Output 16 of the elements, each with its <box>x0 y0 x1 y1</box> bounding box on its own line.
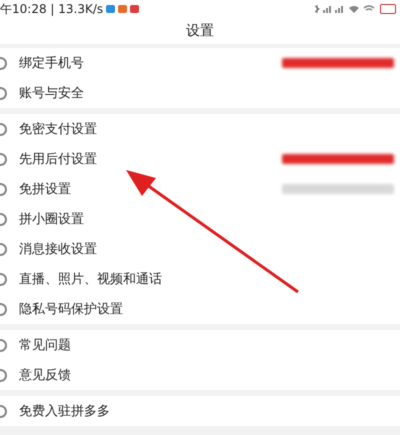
settings-item[interactable]: 账号与安全 <box>0 78 400 108</box>
settings-item[interactable]: 消息接收设置 <box>0 234 400 264</box>
settings-item[interactable]: 常见问题 <box>0 330 400 360</box>
settings-item[interactable]: 免密支付设置 <box>0 114 400 144</box>
settings-item[interactable]: 拼小圈设置 <box>0 204 400 234</box>
status-icons-drawing <box>313 4 377 14</box>
settings-item[interactable]: 意见反馈 <box>0 360 400 390</box>
page-title: 设置 <box>186 22 214 40</box>
status-time: 午10:28 | 13.3K/s <box>0 0 104 18</box>
settings-item[interactable]: 免费入驻拼多多 <box>0 396 400 426</box>
settings-item[interactable]: 绑定手机号 <box>0 48 400 78</box>
settings-item[interactable]: 免拼设置 <box>0 174 400 204</box>
settings-item[interactable]: 隐私号码保护设置 <box>0 294 400 324</box>
battery-icon <box>380 4 396 14</box>
settings-item[interactable]: 直播、照片、视频和通话 <box>0 264 400 294</box>
settings-item[interactable]: 先用后付设置 <box>0 144 400 174</box>
